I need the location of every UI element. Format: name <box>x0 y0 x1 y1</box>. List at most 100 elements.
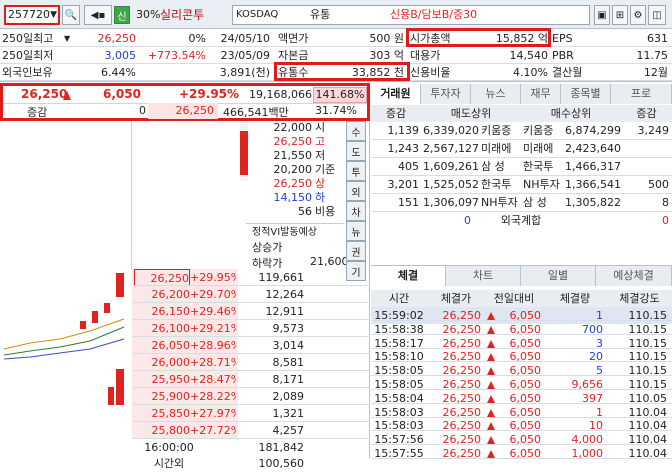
info-cell: 14,540 <box>509 49 549 62</box>
order-percent: +28.22% <box>190 390 236 403</box>
broker-row: 405 1,609,261 삼 성 한국투 1,466,317 <box>371 158 672 176</box>
broker-sell-name: 키움증 <box>481 124 512 137</box>
info-cell: +773.54% <box>147 49 206 62</box>
trade-header: 시간 <box>388 292 410 305</box>
price-info-value: 26,250 <box>273 177 313 190</box>
price-info-label: 상 <box>315 177 326 190</box>
broker-buy-delta: 500 <box>648 178 669 191</box>
price-info-value: 14,150 <box>273 191 313 204</box>
broker-tab-3[interactable]: 재무 <box>521 84 561 104</box>
trade-tab-1[interactable]: 차트 <box>446 266 521 286</box>
info-cell: 11.75 <box>636 49 669 62</box>
order-row[interactable]: 26,050+28.96% 3,014 <box>0 337 370 354</box>
side-tab[interactable]: 차 <box>346 201 366 221</box>
order-percent: +28.96% <box>190 339 236 352</box>
gear-icon[interactable]: ⚙ <box>630 5 646 25</box>
order-price: 26,150 <box>151 305 191 318</box>
broker-buy-volume: 6,874,299 <box>565 124 621 137</box>
trade-tab-2[interactable]: 일별 <box>521 266 596 286</box>
order-book-panel: 22,000 시 26,250 고 21,550 저 20,200 기준 26,250 상 14,1… <box>0 121 370 470</box>
broker-tab-0[interactable]: 거래원 <box>371 84 421 104</box>
order-price: 26,050 <box>151 339 191 352</box>
info-cell: 26,250 <box>97 32 137 45</box>
order-row[interactable]: 26,200+29.70% 12,264 <box>0 286 370 303</box>
trade-tab-3[interactable]: 예상체결 <box>596 266 672 286</box>
sector-label: 유통 <box>310 8 331 21</box>
order-row[interactable]: 25,950+28.47% 8,171 <box>0 371 370 388</box>
side-tab[interactable]: 권 <box>346 241 366 261</box>
broker-header: 증감 <box>385 107 407 120</box>
broker-sell-delta: 1,243 <box>387 142 420 155</box>
order-percent: +28.71% <box>190 356 236 369</box>
current-price: 26,250 <box>21 87 68 101</box>
side-tab[interactable]: 외 <box>346 181 366 201</box>
broker-sell-name: 한국투 <box>481 178 512 191</box>
trade-tab-0[interactable]: 체결 <box>371 266 446 286</box>
order-price: 25,850 <box>151 407 191 420</box>
info-cell: 24/05/10 <box>220 32 270 45</box>
trade-row: 15:57:55 26,250 6,050 1,000 110.04 <box>371 445 672 462</box>
broker-buy-volume: 1,366,541 <box>565 178 621 191</box>
stock-code-input[interactable]: 257720 ▼ <box>4 5 60 25</box>
side-tab[interactable]: 뉴 <box>346 221 366 241</box>
dropdown-chevron-icon[interactable]: ▼ <box>64 30 74 47</box>
order-foot-row: 16:00:00 181,842 <box>0 439 370 456</box>
change-label: 증감 <box>27 106 48 119</box>
order-quantity: 9,573 <box>272 322 305 335</box>
broker-header: 매도상위 <box>450 107 492 120</box>
order-row[interactable]: 25,850+27.97% 1,321 <box>0 405 370 422</box>
market-tag: 신 <box>117 11 127 23</box>
window-icon[interactable]: ▣ <box>594 5 610 25</box>
broker-header: 증감 <box>636 107 657 120</box>
float-shares-highlight <box>274 62 410 81</box>
price-info-label: 저 <box>315 149 326 162</box>
order-price: 26,100 <box>151 322 191 335</box>
order-row[interactable]: 26,000+28.71% 8,581 <box>0 354 370 371</box>
order-row[interactable]: 25,800+27.72% 4,257 <box>0 422 370 439</box>
market-label: KOSDAQ <box>236 9 279 20</box>
info-cell: 250일최고 <box>2 32 54 45</box>
order-row[interactable]: 25,900+28.22% 2,089 <box>0 388 370 405</box>
side-tab[interactable]: 투 <box>346 161 366 181</box>
info-cell: 외국인보유 <box>2 66 53 79</box>
order-quantity: 1,321 <box>272 407 305 420</box>
side-tab[interactable]: 도 <box>346 141 366 161</box>
order-row[interactable]: 26,250+29.95% 119,661 <box>0 269 370 286</box>
dropdown-chevron-icon[interactable]: ▼ <box>50 7 57 23</box>
info-cell: 신용비율 <box>410 66 451 79</box>
order-quantity: 4,257 <box>272 424 305 437</box>
broker-tab-5[interactable]: 프로 <box>611 84 672 104</box>
broker-tab-1[interactable]: 투자자 <box>421 84 471 104</box>
side-tab[interactable]: 수 <box>346 121 366 141</box>
speaker-icon[interactable]: ◀▪ <box>84 5 112 25</box>
grid-icon[interactable]: ⊞ <box>612 5 628 25</box>
order-quantity: 8,171 <box>272 373 305 386</box>
price-info-value: 20,200 <box>273 163 313 176</box>
order-percent: +29.21% <box>190 322 236 335</box>
order-row[interactable]: 26,100+29.21% 9,573 <box>0 320 370 337</box>
order-price: 26,000 <box>151 356 191 369</box>
info-cell: 250일최저 <box>2 49 54 62</box>
market-tag-badge: 신 <box>114 6 130 24</box>
order-quantity: 2,089 <box>272 390 305 403</box>
broker-buy-name: 키움증 <box>523 124 554 137</box>
order-quantity: 3,014 <box>272 339 305 352</box>
broker-tab-2[interactable]: 뉴스 <box>471 84 521 104</box>
broker-buy-delta <box>623 140 669 157</box>
broker-sell-delta: 405 <box>398 160 419 173</box>
broker-tab-4[interactable]: 종목별 <box>561 84 611 104</box>
trade-quantity: 1,000 <box>571 447 604 460</box>
layout-icon[interactable]: ◫ <box>648 5 666 25</box>
order-percent: +29.70% <box>190 288 236 301</box>
stock-code: 257720 <box>8 8 50 21</box>
info-cell: 6.44% <box>101 66 136 79</box>
trade-header: 체결량 <box>559 292 591 305</box>
price-info-value: 56 <box>298 205 312 218</box>
search-icon[interactable]: 🔍 <box>62 5 80 25</box>
order-row[interactable]: 26,150+29.46% 12,911 <box>0 303 370 320</box>
trade-panel: 체결 차트 일별 예상체결 시간 체결가 전일대비 체결량 체결강도 15:59:02 26,2… <box>371 265 672 460</box>
foreign-buy: 0 <box>662 214 669 227</box>
prev-price: 26,250 <box>175 104 215 117</box>
price-info-label: 시 <box>315 121 326 134</box>
price-change: 6,050 <box>103 87 141 101</box>
